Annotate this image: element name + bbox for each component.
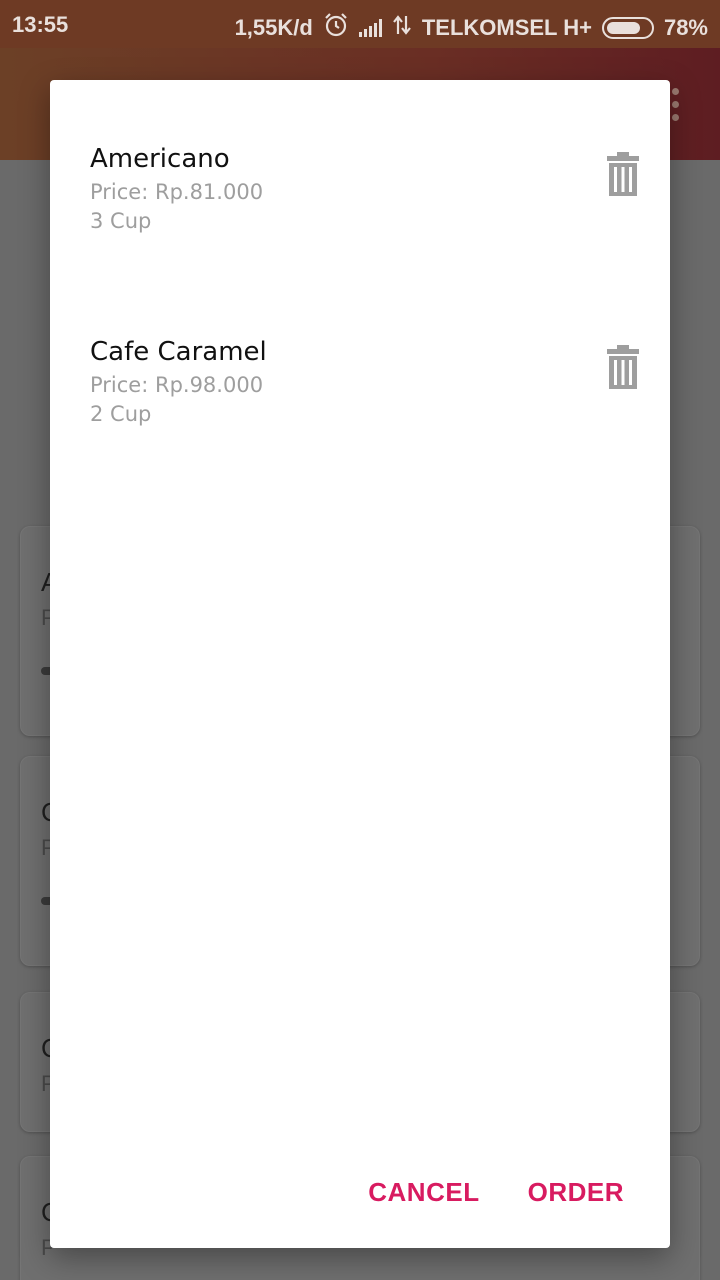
battery-percent: 78% (663, 15, 708, 40)
alarm-icon (323, 12, 349, 44)
order-item: Cafe Caramel Price: Rp.98.000 2 Cup (90, 337, 640, 447)
item-price: Price: Rp.81.000 (90, 180, 264, 204)
order-button[interactable]: ORDER (528, 1177, 624, 1208)
overflow-menu-icon[interactable] (672, 88, 680, 127)
network-speed: 1,55K/d (234, 15, 313, 40)
item-name: Cafe Caramel (90, 337, 267, 367)
item-price: Price: Rp.98.000 (90, 373, 264, 397)
item-name: Americano (90, 144, 230, 174)
status-time: 13:55 (12, 12, 69, 37)
order-dialog: Americano Price: Rp.81.000 3 Cup Cafe Ca… (50, 80, 670, 1248)
carrier-name: TELKOMSEL H+ (421, 15, 592, 40)
order-item: Americano Price: Rp.81.000 3 Cup (90, 144, 640, 254)
data-transfer-icon (392, 14, 412, 42)
status-right: 1,55K/d TELKOMSEL H+ 78% (235, 12, 708, 44)
dialog-actions: CANCEL ORDER (368, 1177, 624, 1208)
delete-trash-icon[interactable] (606, 345, 640, 389)
battery-icon (601, 17, 654, 39)
item-quantity: 2 Cup (90, 402, 152, 426)
item-quantity: 3 Cup (90, 209, 152, 233)
delete-trash-icon[interactable] (606, 152, 640, 196)
status-bar: 13:55 1,55K/d TELKOMSEL H+ 78% (0, 0, 720, 48)
signal-icon (358, 19, 382, 37)
cancel-button[interactable]: CANCEL (368, 1177, 479, 1208)
